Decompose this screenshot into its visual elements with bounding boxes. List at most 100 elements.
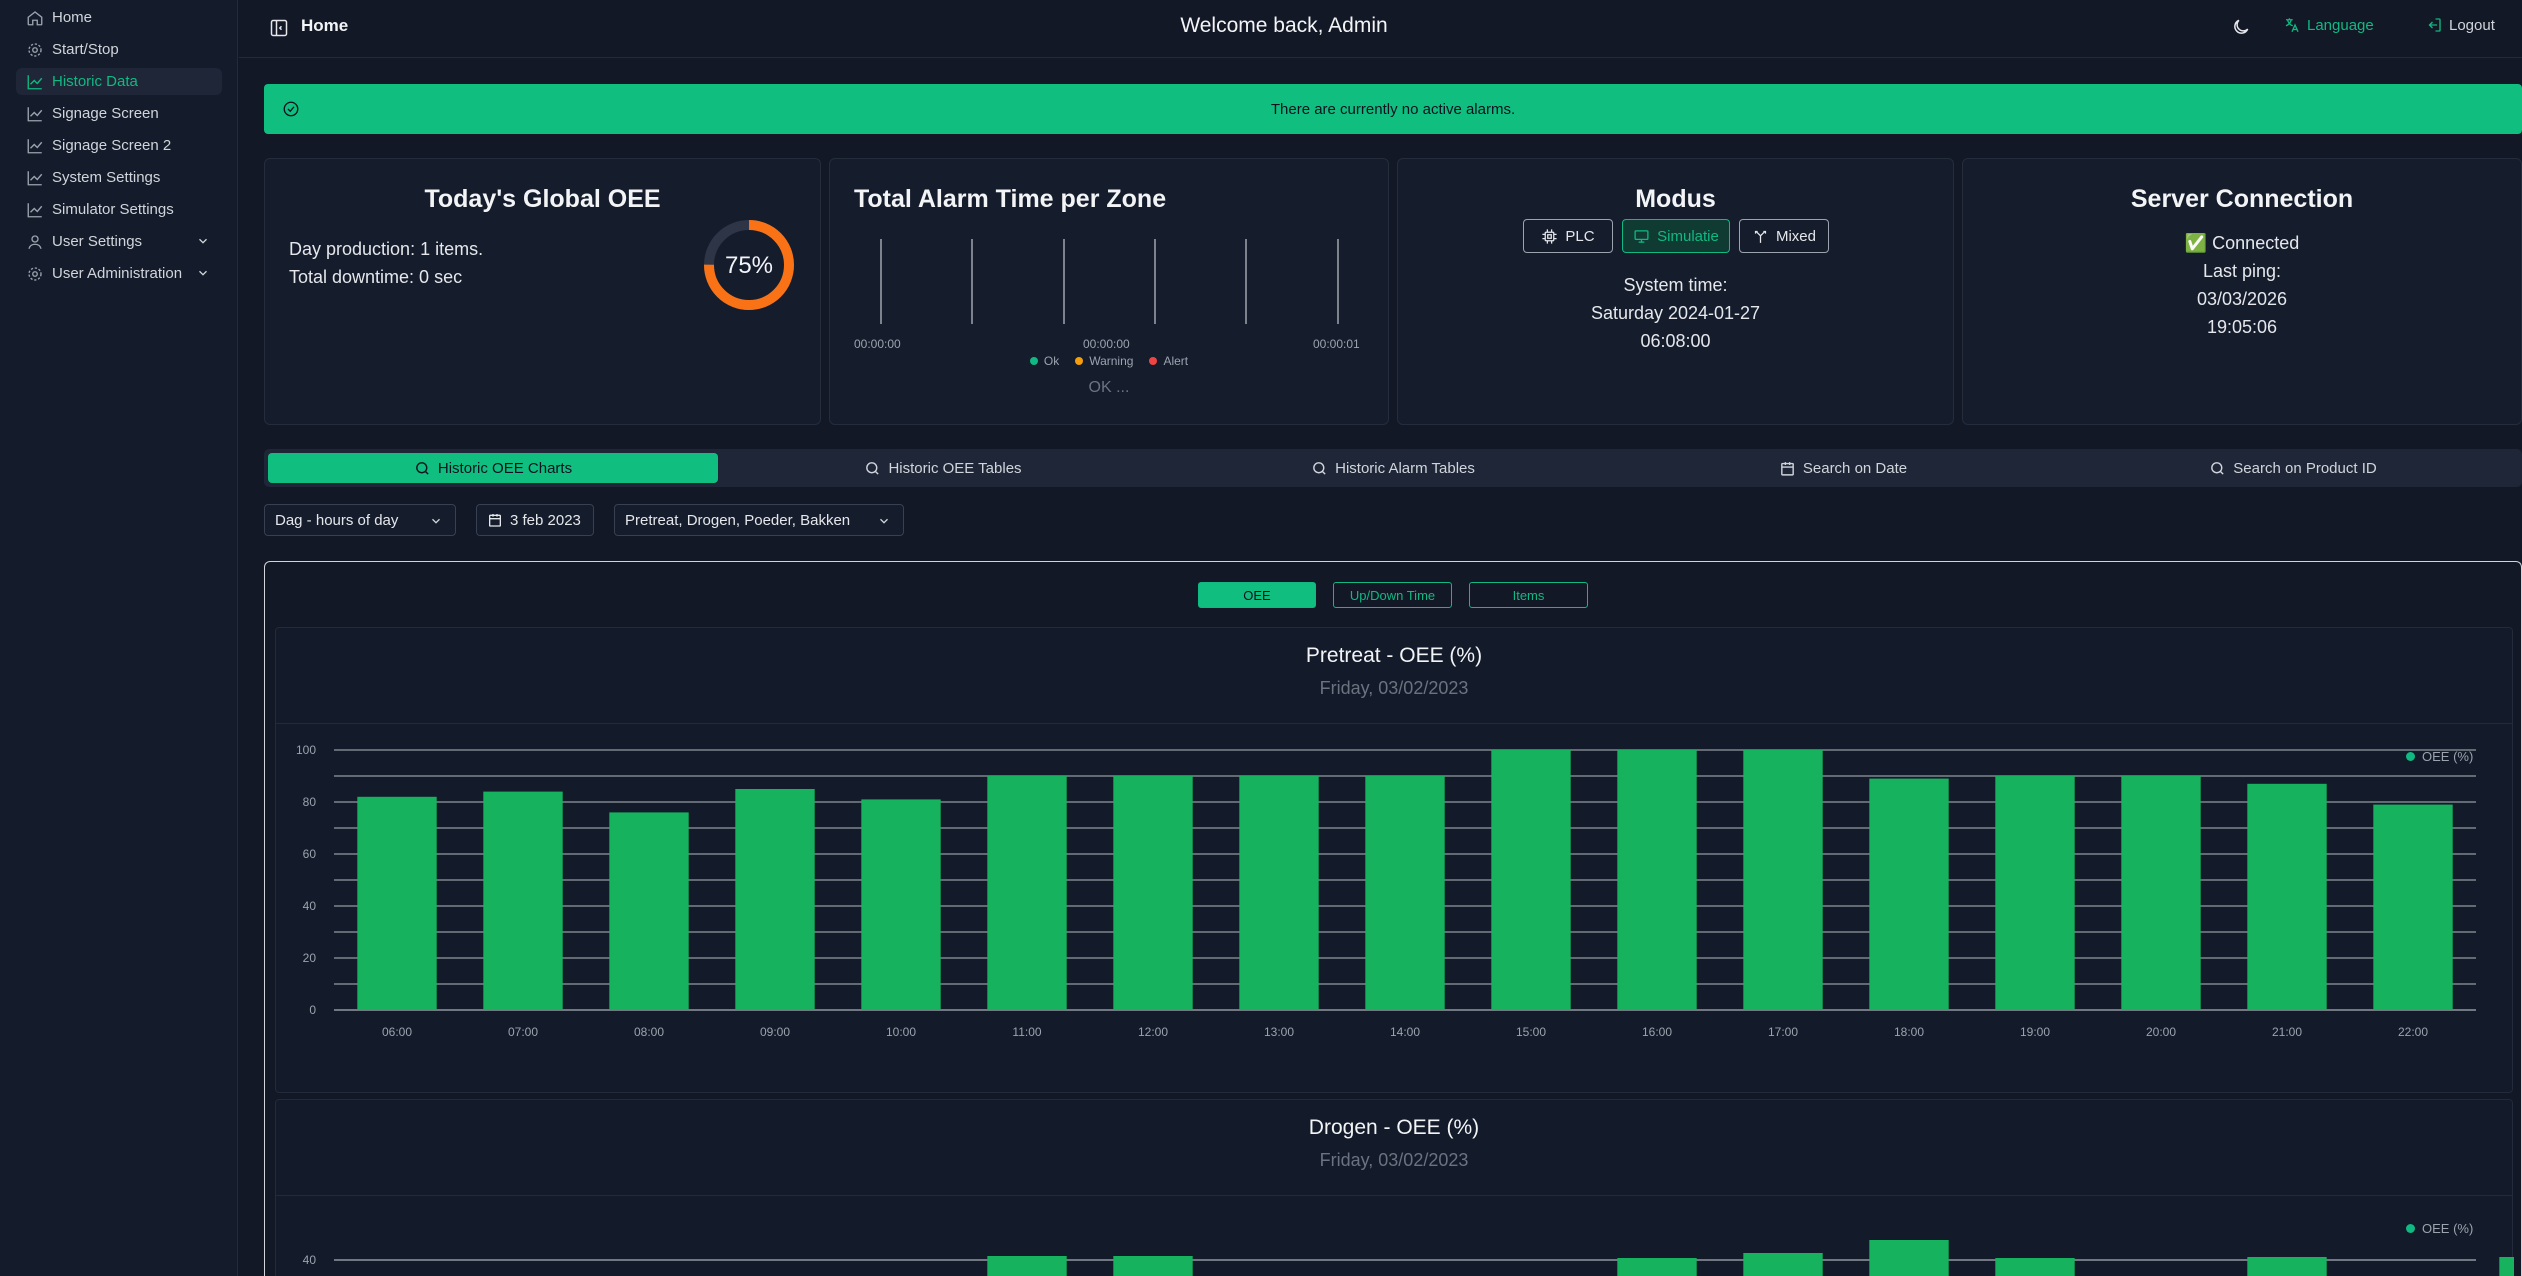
card-title: Total Alarm Time per Zone	[854, 185, 1167, 213]
card-title: Today's Global OEE	[424, 185, 661, 213]
bar	[1869, 778, 1949, 1010]
mode-plc-button[interactable]: PLC	[1523, 219, 1613, 253]
y-tick-label: 20	[303, 951, 317, 965]
server-connection-card: Server Connection ✅ Connected Last ping:…	[1962, 158, 2522, 425]
bar	[1491, 750, 1571, 1010]
bar	[1743, 750, 1823, 1010]
bar	[2121, 776, 2201, 1010]
gauge-label: 75%	[725, 252, 773, 279]
bar	[357, 796, 437, 1010]
x-tick-label: 07:00	[508, 1025, 538, 1039]
gear-icon	[28, 266, 42, 281]
historic-tabs: Historic OEE Charts Historic OEE Tables …	[264, 449, 2522, 487]
y-tick-label: 40	[303, 899, 317, 913]
pretreat-oee-bar-chart: 0 20 40 60 80 100 06:00 07:00 08:00 09:00 10:00 11:…	[296, 743, 2476, 1039]
x-tick-label: 21:00	[2272, 1025, 2302, 1039]
tab-search-on-product-id[interactable]: Search on Product ID	[2068, 453, 2518, 483]
sidebar-item-label: User Administration	[52, 265, 183, 282]
sidebar-item-signage-screen[interactable]: Signage Screen	[16, 100, 222, 127]
x-tick-label: 06:00	[382, 1025, 412, 1039]
sidebar-item-simulator-settings[interactable]: Simulator Settings	[16, 196, 222, 223]
language-label: Language	[2307, 16, 2374, 34]
search-icon	[866, 461, 880, 475]
search-icon	[2211, 461, 2224, 475]
sidebar-item-label: User Settings	[52, 233, 143, 250]
alarm-status-banner: There are currently no active alarms.	[264, 84, 2522, 134]
sidebar-item-historic-data[interactable]: Historic Data	[16, 68, 222, 95]
bar	[1995, 776, 2075, 1010]
monitor-icon	[1634, 229, 1649, 243]
x-tick-label: 16:00	[1642, 1025, 1672, 1039]
sidebar-item-home[interactable]: Home	[16, 4, 222, 31]
bar	[861, 799, 941, 1010]
sidebar-item-label: Home	[52, 9, 93, 26]
zones-select[interactable]: Pretreat, Drogen, Poeder, Bakken	[614, 504, 904, 536]
toggle-items[interactable]: Items	[1469, 582, 1588, 608]
sidebar-item-user-settings[interactable]: User Settings	[16, 228, 222, 255]
chart-title: Pretreat - OEE (%)	[1305, 644, 1483, 667]
sidebar-item-label: Start/Stop	[52, 41, 119, 58]
moon-icon[interactable]	[2231, 17, 2251, 37]
tab-historic-oee-tables[interactable]: Historic OEE Tables	[718, 453, 1168, 483]
logout-button[interactable]: Logout	[2425, 16, 2495, 34]
x-tick-label: 12:00	[1138, 1025, 1168, 1039]
sidebar-item-label: Historic Data	[52, 73, 138, 90]
toggle-up-down-time[interactable]: Up/Down Time	[1333, 582, 1452, 608]
welcome-message: Welcome back, Admin	[1180, 14, 1388, 37]
tab-search-on-date[interactable]: Search on Date	[1618, 453, 2068, 483]
calendar-icon	[1781, 461, 1794, 476]
chart-divider	[276, 723, 2512, 724]
bar	[735, 789, 815, 1010]
gear-icon	[28, 42, 42, 57]
sidebar-item-start-stop[interactable]: Start/Stop	[16, 36, 222, 63]
chart-subtitle: Friday, 03/02/2023	[1319, 678, 1469, 698]
bar	[609, 812, 689, 1010]
y-tick-label: 60	[303, 847, 317, 861]
top-header: Home Welcome back, Admin Language Logout	[239, 0, 2522, 58]
sidebar-item-user-administration[interactable]: User Administration	[16, 260, 222, 287]
mode-mixed-button[interactable]: Mixed	[1739, 219, 1829, 253]
chart-icon	[27, 138, 43, 153]
alarm-legend: Ok Warning Alert	[830, 354, 1388, 368]
sidebar-item-signage-screen-2[interactable]: Signage Screen 2	[16, 132, 222, 159]
bar	[1617, 1258, 1697, 1276]
toggle-oee[interactable]: OEE	[1198, 582, 1316, 608]
language-button[interactable]: Language	[2283, 16, 2374, 34]
sidebar-item-label: Signage Screen 2	[52, 137, 172, 154]
chevron-down-icon	[199, 270, 207, 276]
mode-simulatie-button[interactable]: Simulatie	[1622, 219, 1730, 253]
last-ping-label: Last ping:	[2202, 261, 2282, 281]
tab-historic-oee-charts[interactable]: Historic OEE Charts	[268, 453, 718, 483]
tab-historic-alarm-tables[interactable]: Historic Alarm Tables	[1168, 453, 1618, 483]
bar	[1239, 776, 1319, 1010]
alarm-tick-label: 00:00:01	[1313, 337, 1360, 351]
alarm-time-card: Total Alarm Time per Zone 00:00:00 00:00…	[829, 158, 1389, 425]
calendar-icon	[489, 514, 501, 527]
card-title: Modus	[1635, 185, 1716, 213]
chevron-down-icon	[199, 238, 207, 244]
period-select[interactable]: Dag - hours of day	[264, 504, 456, 536]
chart-divider	[276, 1195, 2512, 1196]
x-tick-label: 09:00	[760, 1025, 790, 1039]
oee-gauge: 75%	[704, 220, 794, 310]
user-icon	[28, 234, 42, 249]
system-date: Saturday 2024-01-27	[1590, 303, 1761, 323]
y-tick-label: 100	[296, 743, 316, 757]
chart-legend: OEE (%)	[2406, 1221, 2473, 1236]
drogen-oee-bar-chart: 40	[303, 1240, 2514, 1276]
sidebar-item-system-settings[interactable]: System Settings	[16, 164, 222, 191]
bar	[1113, 776, 1193, 1010]
x-tick-label: 19:00	[2020, 1025, 2050, 1039]
home-icon	[27, 10, 43, 25]
date-picker[interactable]: 3 feb 2023	[476, 504, 594, 536]
chevron-down-icon	[880, 518, 888, 524]
banner-text: There are currently no active alarms.	[1270, 100, 1516, 118]
bar	[1869, 1240, 1949, 1276]
day-production: Day production: 1 items.	[289, 239, 484, 259]
x-tick-label: 08:00	[634, 1025, 664, 1039]
search-icon	[1313, 461, 1326, 475]
pretreat-chart-card: Pretreat - OEE (%) Friday, 03/02/2023 OE…	[275, 627, 2513, 1093]
check-circle-icon	[283, 101, 299, 117]
legend-item-warning: Warning	[1075, 354, 1133, 368]
global-oee-card: Today's Global OEE Day production: 1 ite…	[264, 158, 821, 425]
